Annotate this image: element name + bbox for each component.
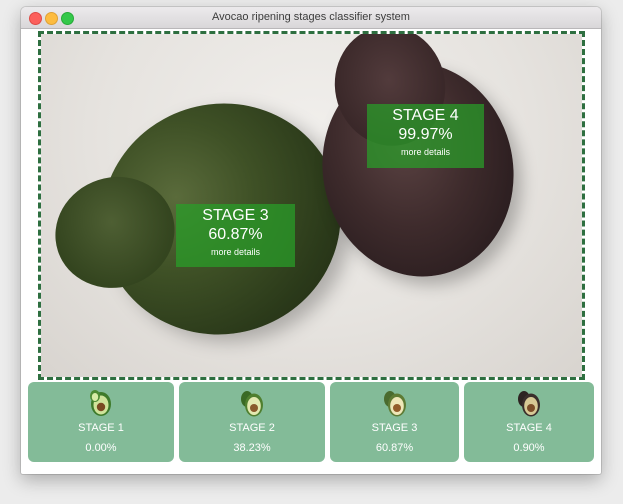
stage-card-label: STAGE 3 — [371, 422, 418, 434]
stage-card-percent: 38.23% — [233, 442, 271, 454]
stage-card-percent: 0.90% — [513, 442, 545, 454]
title-bar: Avocao ripening stages classifier system — [21, 7, 601, 29]
stage-card-3[interactable]: STAGE 3 60.87% — [330, 382, 459, 462]
stage-cards: STAGE 1 0.00% STAGE 2 38.23% STAGE 3 60.… — [28, 382, 594, 462]
detection-stage-label: STAGE 3 — [202, 207, 269, 224]
detection-percent: 60.87% — [208, 226, 263, 243]
avocado-stage4-icon — [518, 391, 540, 417]
stage-card-label: STAGE 4 — [506, 422, 552, 434]
stage-card-label: STAGE 2 — [229, 422, 275, 434]
stage-card-1[interactable]: STAGE 1 0.00% — [28, 382, 174, 462]
stage-card-percent: 0.00% — [85, 442, 117, 454]
detection-box-stage3[interactable]: STAGE 3 60.87% more details — [176, 204, 295, 267]
more-details-link[interactable]: more details — [176, 247, 295, 257]
avocado-stage1-icon — [90, 390, 111, 416]
stage-card-4[interactable]: STAGE 4 0.90% — [464, 382, 594, 462]
detection-stage-label: STAGE 4 — [392, 107, 459, 124]
avocado-stage2-icon — [241, 391, 263, 417]
stage-card-2[interactable]: STAGE 2 38.23% — [179, 382, 325, 462]
detection-percent: 99.97% — [398, 126, 453, 143]
avocado-photo: STAGE 3 60.87% more details STAGE 4 99.9… — [41, 34, 582, 377]
stage-card-label: STAGE 1 — [78, 422, 124, 434]
avocado-right-image — [302, 44, 534, 295]
more-details-link[interactable]: more details — [367, 147, 484, 157]
window-title: Avocao ripening stages classifier system — [212, 11, 410, 23]
stage-card-percent: 60.87% — [375, 442, 414, 454]
image-preview-frame: STAGE 3 60.87% more details STAGE 4 99.9… — [38, 31, 585, 380]
detection-box-stage4[interactable]: STAGE 4 99.97% more details — [367, 104, 484, 168]
avocado-stage3-icon — [383, 391, 406, 417]
app-window: Avocao ripening stages classifier system… — [21, 7, 601, 474]
